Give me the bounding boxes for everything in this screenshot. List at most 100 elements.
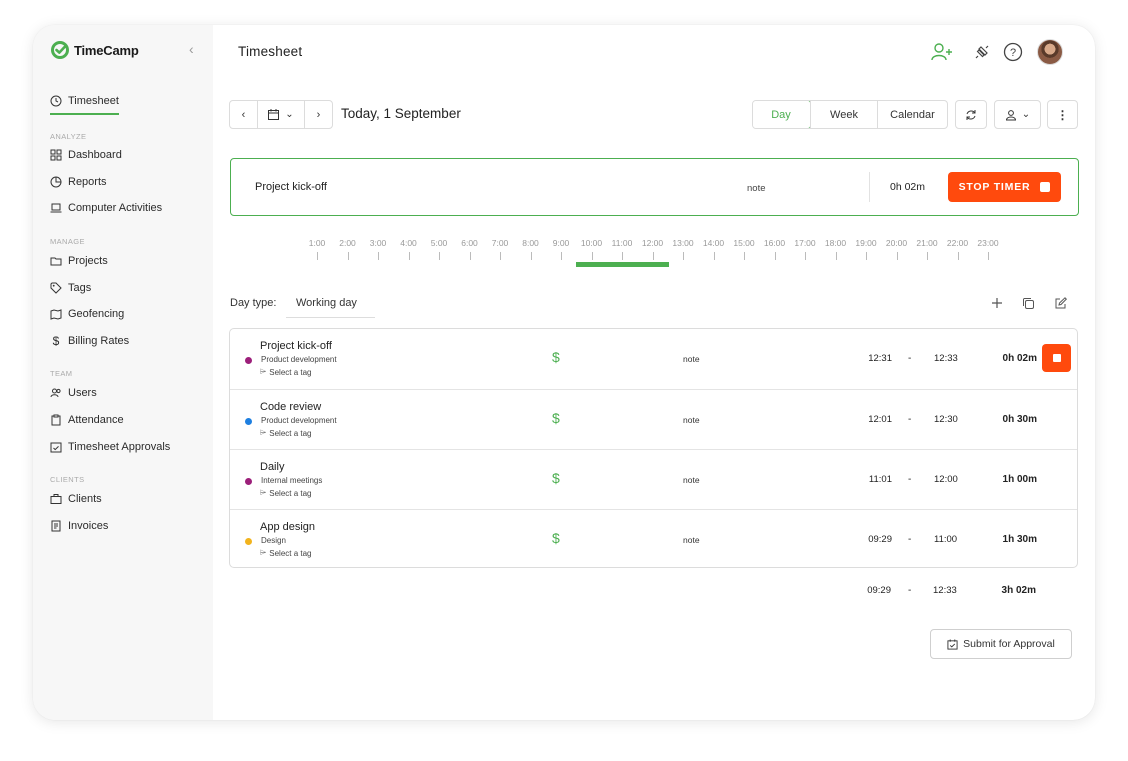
select-tag-link[interactable]: ⌲ Select a tag: [260, 548, 312, 558]
time-separator: -: [908, 534, 912, 545]
prev-day-button[interactable]: ‹: [229, 100, 258, 129]
duplicate-icon[interactable]: [1020, 295, 1036, 311]
sidebar-item-projects[interactable]: Projects: [50, 253, 108, 269]
user-icon: [1005, 109, 1016, 120]
entry-title[interactable]: App design: [260, 521, 315, 533]
entry-end-time[interactable]: 12:30: [934, 414, 958, 425]
entry-note[interactable]: note: [683, 354, 700, 364]
help-icon[interactable]: ?: [1001, 39, 1025, 65]
table-row[interactable]: Code review Product development ⌲ Select …: [230, 389, 1077, 449]
timer-note[interactable]: note: [747, 183, 766, 194]
add-entry-icon[interactable]: [989, 295, 1005, 311]
select-tag-link[interactable]: ⌲ Select a tag: [260, 367, 312, 377]
entry-start-time[interactable]: 11:01: [850, 474, 892, 485]
folder-icon: [50, 255, 62, 267]
billable-dollar-icon[interactable]: $: [552, 530, 560, 546]
entry-start-time[interactable]: 09:29: [850, 534, 892, 545]
sidebar-item-reports[interactable]: Reports: [50, 174, 107, 190]
chevron-right-icon: ›: [316, 108, 321, 121]
timeline-tick: [652, 252, 654, 260]
day-type-select[interactable]: Working day: [286, 290, 375, 318]
table-row[interactable]: Project kick-off Product development ⌲ Se…: [230, 329, 1077, 389]
entry-project: Design: [261, 536, 286, 545]
sidebar-item-users[interactable]: Users: [50, 385, 97, 401]
timer-task-name[interactable]: Project kick-off: [255, 181, 327, 193]
sidebar-item-timesheet[interactable]: Timesheet: [50, 93, 119, 115]
total-end-time: 12:33: [933, 585, 957, 596]
entry-end-time[interactable]: 12:33: [934, 353, 958, 364]
timeline-tick: [408, 252, 410, 260]
sidebar-item-label: Reports: [68, 176, 107, 188]
more-options-button[interactable]: ⋮: [1047, 100, 1078, 129]
sidebar-item-clients[interactable]: Clients: [50, 491, 102, 507]
sidebar: TimeCamp ‹ Timesheet ANALYZE Dashboard R…: [33, 25, 213, 720]
select-tag-link[interactable]: ⌲ Select a tag: [260, 488, 312, 498]
sidebar-item-label: Dashboard: [68, 149, 122, 161]
more-vertical-icon: ⋮: [1056, 107, 1069, 122]
collapse-sidebar-icon[interactable]: ‹: [189, 41, 194, 57]
stop-icon: [1052, 354, 1061, 362]
timer-duration: 0h 02m: [890, 181, 926, 193]
date-picker-button[interactable]: ⌄: [257, 100, 305, 129]
entry-end-time[interactable]: 12:00: [934, 474, 958, 485]
divider: [869, 172, 870, 202]
next-day-button[interactable]: ›: [304, 100, 333, 129]
total-start-time: 09:29: [867, 585, 891, 596]
sidebar-item-computer-activities[interactable]: Computer Activities: [50, 200, 162, 216]
timeline-tick: [500, 252, 501, 260]
timeline-tick: [683, 252, 684, 260]
table-row[interactable]: App design Design ⌲ Select a tag $ note 0…: [230, 509, 1077, 567]
edit-icon[interactable]: [1052, 295, 1068, 311]
entry-title[interactable]: Code review: [260, 401, 321, 413]
entry-start-time[interactable]: 12:01: [850, 414, 892, 425]
stop-entry-button[interactable]: [1042, 344, 1071, 372]
timeline-tick: [378, 252, 379, 260]
sidebar-item-dashboard[interactable]: Dashboard: [50, 147, 122, 163]
timeline-tick: [957, 252, 959, 260]
sidebar-item-label: Tags: [68, 282, 92, 294]
sidebar-item-invoices[interactable]: Invoices: [50, 518, 108, 534]
submit-for-approval-button[interactable]: Submit for Approval: [930, 629, 1072, 659]
refresh-button[interactable]: [955, 100, 987, 129]
tab-calendar[interactable]: Calendar: [877, 101, 947, 128]
table-row[interactable]: Daily Internal meetings ⌲ Select a tag $ …: [230, 449, 1077, 509]
svg-text:?: ?: [1010, 47, 1016, 59]
entry-title[interactable]: Project kick-off: [260, 340, 332, 352]
billable-dollar-icon[interactable]: $: [552, 470, 560, 486]
sidebar-item-label: Billing Rates: [68, 335, 130, 347]
entry-duration: 1h 30m: [1002, 534, 1037, 545]
user-filter-button[interactable]: ⌄: [994, 100, 1041, 129]
tag-icon: [50, 282, 62, 294]
entry-project: Product development: [261, 416, 337, 425]
timeline-hour-label: 12:00: [641, 238, 664, 248]
select-tag-link[interactable]: ⌲ Select a tag: [260, 428, 312, 438]
sidebar-item-attendance[interactable]: Attendance: [50, 412, 124, 428]
tab-day[interactable]: Day: [753, 101, 811, 128]
billable-dollar-icon[interactable]: $: [552, 349, 560, 365]
stop-timer-button[interactable]: STOP TIMER: [948, 172, 1061, 202]
entry-start-time[interactable]: 12:31: [850, 353, 892, 364]
app-logo[interactable]: TimeCamp: [50, 40, 139, 60]
entry-end-time[interactable]: 11:00: [934, 534, 957, 545]
entry-title[interactable]: Daily: [260, 461, 284, 473]
entry-note[interactable]: note: [683, 475, 700, 485]
sidebar-item-timesheet-approvals[interactable]: Timesheet Approvals: [50, 439, 170, 455]
section-clients: CLIENTS: [50, 475, 85, 484]
billable-dollar-icon[interactable]: $: [552, 410, 560, 426]
entry-note[interactable]: note: [683, 535, 700, 545]
tab-week[interactable]: Week: [810, 101, 877, 128]
briefcase-icon: [50, 493, 62, 505]
timeline-hour-label: 21:00: [916, 238, 938, 248]
sidebar-item-tags[interactable]: Tags: [50, 280, 91, 296]
timeline-hour-label: 5:00: [430, 238, 448, 248]
sidebar-item-geofencing[interactable]: Geofencing: [50, 306, 124, 322]
tag-icon: ⌲: [260, 488, 267, 497]
sidebar-item-billing-rates[interactable]: $ Billing Rates: [50, 333, 129, 349]
timeline-hour-label: 10:00: [580, 238, 603, 248]
users-icon: [50, 387, 62, 399]
invite-user-icon[interactable]: [929, 39, 955, 65]
timeline-tick: [622, 252, 623, 260]
user-avatar[interactable]: [1037, 39, 1063, 65]
integrations-plug-icon[interactable]: [970, 39, 994, 65]
entry-note[interactable]: note: [683, 415, 700, 425]
